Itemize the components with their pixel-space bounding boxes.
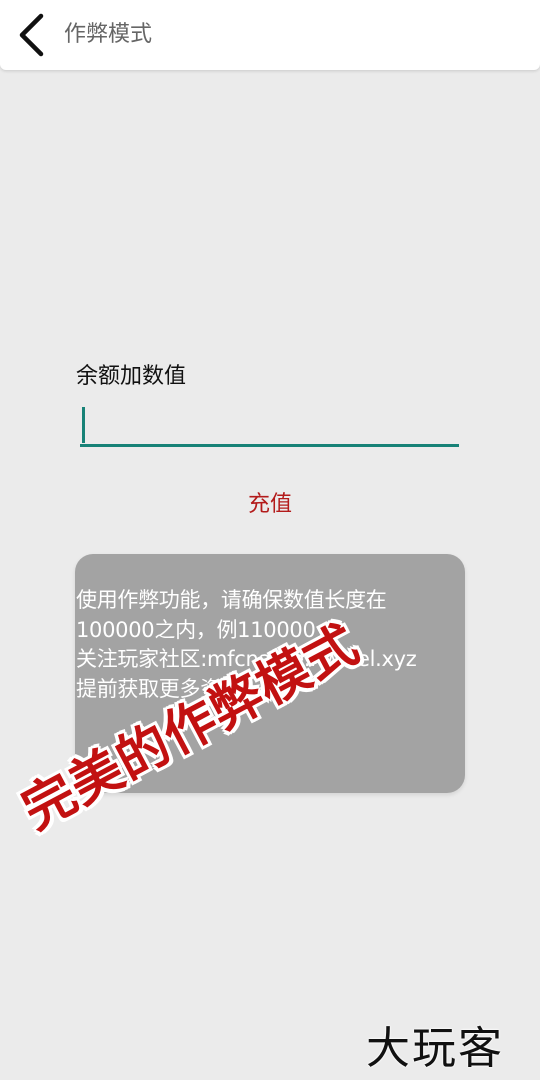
chevron-left-icon [19,13,44,57]
text-caret [82,407,85,443]
page-title: 作弊模式 [64,22,153,47]
recharge-button[interactable]: 充值 [220,489,320,521]
back-button[interactable] [8,6,56,64]
balance-amount-input[interactable] [80,403,459,447]
app-header: 作弊模式 [0,0,540,70]
notice-line: 使用作弊功能，请确保数值长度在 [76,588,387,612]
balance-amount-label: 余额加数值 [76,364,187,389]
site-watermark: 大玩客 [366,1023,504,1074]
